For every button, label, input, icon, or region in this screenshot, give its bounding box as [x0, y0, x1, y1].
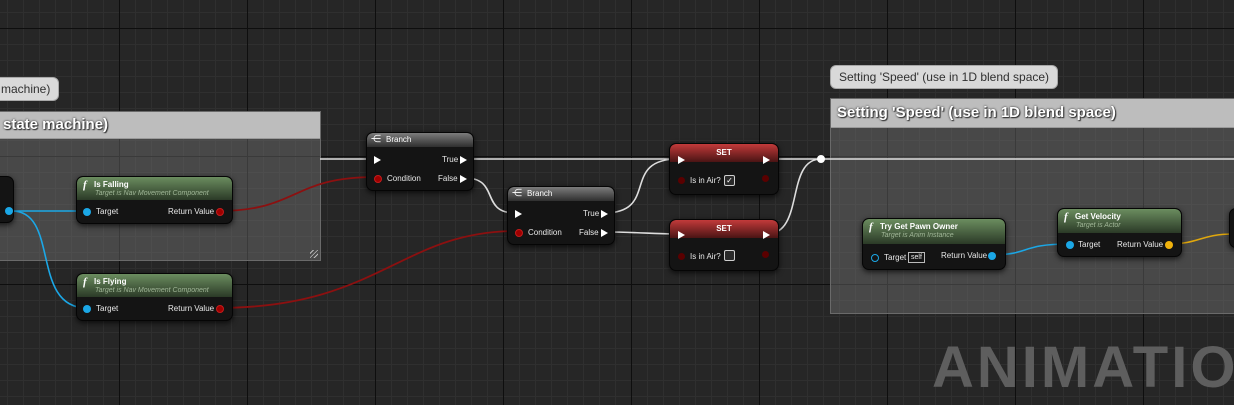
node-subtitle: Target is Actor	[1076, 222, 1121, 229]
return-value-label: Return Value	[1117, 240, 1164, 249]
bool-wire	[216, 230, 518, 309]
branch-node[interactable]: ⋲ Branch True Condition False	[507, 186, 615, 245]
return-value-pin[interactable]	[988, 252, 996, 260]
is-falling-node[interactable]: f Is Falling Target is Nav Movement Comp…	[76, 176, 233, 224]
exec-wire	[603, 231, 679, 235]
node-subtitle: Target is Nav Movement Component	[95, 287, 209, 294]
condition-pin[interactable]	[374, 175, 382, 183]
is-flying-node[interactable]: f Is Flying Target is Nav Movement Compo…	[76, 273, 233, 321]
node-header: ⋲ Branch	[367, 133, 473, 147]
object-pin[interactable]	[5, 207, 13, 215]
node-header: SET	[670, 220, 778, 238]
branch-icon: ⋲	[512, 188, 522, 199]
is-in-air-pin[interactable]	[678, 177, 685, 184]
false-label: False	[579, 228, 599, 237]
node-title: Is Flying	[94, 277, 127, 286]
return-value-pin[interactable]	[216, 305, 224, 313]
node-header: f Try Get Pawn Owner Target is Anim Inst…	[863, 219, 1005, 244]
reroute-node	[817, 155, 825, 163]
node-title: Is Falling	[94, 180, 129, 189]
node-header: SET	[670, 144, 778, 162]
return-value-label: Return Value	[168, 304, 215, 313]
node-subtitle: Target is Anim Instance	[881, 232, 954, 239]
branch-icon: ⋲	[371, 134, 381, 145]
set-is-in-air-node[interactable]: SET Is in Air? ✓	[669, 143, 779, 195]
target-label: Target	[1078, 240, 1101, 249]
condition-label: Condition	[387, 174, 421, 183]
false-label: False	[438, 174, 458, 183]
graph-watermark: ANIMATION	[932, 335, 1234, 400]
bool-wire	[216, 176, 377, 212]
exec-out-pin[interactable]	[763, 156, 770, 164]
get-velocity-node[interactable]: f Get Velocity Target is Actor Target Re…	[1057, 208, 1182, 257]
set-is-in-air-node[interactable]: SET Is in Air?	[669, 219, 779, 271]
return-value-pin[interactable]	[1165, 241, 1173, 249]
node-subtitle: Target is Nav Movement Component	[95, 190, 209, 197]
self-value[interactable]: self	[908, 252, 925, 263]
node-header: f Is Flying Target is Nav Movement Compo…	[77, 274, 232, 297]
is-in-air-checkbox[interactable]: ✓	[724, 175, 735, 186]
branch-node[interactable]: ⋲ Branch True Condition False	[366, 132, 474, 191]
is-in-air-pin[interactable]	[678, 253, 685, 260]
target-pin[interactable]	[1066, 241, 1074, 249]
target-pin[interactable]	[83, 305, 91, 313]
condition-label: Condition	[528, 228, 562, 237]
is-in-air-label: Is in Air?	[690, 252, 721, 261]
node-header: f Is Falling Target is Nav Movement Comp…	[77, 177, 232, 200]
return-value-pin[interactable]	[216, 208, 224, 216]
function-icon: f	[1064, 211, 1068, 223]
is-in-air-checkbox[interactable]	[724, 250, 735, 261]
node-title: Try Get Pawn Owner	[880, 222, 958, 231]
return-value-label: Return Value	[941, 251, 988, 260]
exec-in-pin[interactable]	[374, 156, 381, 164]
function-icon: f	[869, 221, 873, 233]
node-title: Branch	[527, 189, 553, 198]
node-title: SET	[716, 148, 732, 157]
exec-true-pin[interactable]	[460, 156, 467, 164]
target-pin[interactable]	[871, 254, 879, 262]
try-get-pawn-owner-node[interactable]: f Try Get Pawn Owner Target is Anim Inst…	[862, 218, 1006, 270]
exec-false-pin[interactable]	[601, 229, 608, 237]
node-title: Get Velocity	[1075, 212, 1121, 221]
return-value-label: Return Value	[168, 207, 215, 216]
exec-in-pin[interactable]	[678, 231, 685, 239]
true-label: True	[583, 209, 600, 218]
node-header: ⋲ Branch	[508, 187, 614, 201]
cut-off-node[interactable]	[1229, 208, 1234, 248]
cut-off-node[interactable]	[0, 176, 14, 223]
node-title: Branch	[386, 135, 412, 144]
function-icon: f	[83, 179, 87, 191]
target-label: Target	[884, 253, 907, 262]
is-in-air-out-pin[interactable]	[762, 175, 769, 182]
exec-out-pin[interactable]	[763, 231, 770, 239]
target-pin[interactable]	[83, 208, 91, 216]
is-in-air-label: Is in Air?	[690, 176, 721, 185]
exec-true-pin[interactable]	[601, 210, 608, 218]
exec-false-pin[interactable]	[460, 175, 467, 183]
function-icon: f	[83, 276, 87, 288]
true-label: True	[442, 155, 459, 164]
node-title: SET	[716, 224, 732, 233]
exec-in-pin[interactable]	[515, 210, 522, 218]
target-label: Target	[96, 304, 119, 313]
exec-wire	[603, 158, 679, 214]
node-header: f Get Velocity Target is Actor	[1058, 209, 1181, 233]
exec-in-pin[interactable]	[678, 156, 685, 164]
is-in-air-out-pin[interactable]	[762, 251, 769, 258]
target-label: Target	[96, 207, 119, 216]
condition-pin[interactable]	[515, 229, 523, 237]
